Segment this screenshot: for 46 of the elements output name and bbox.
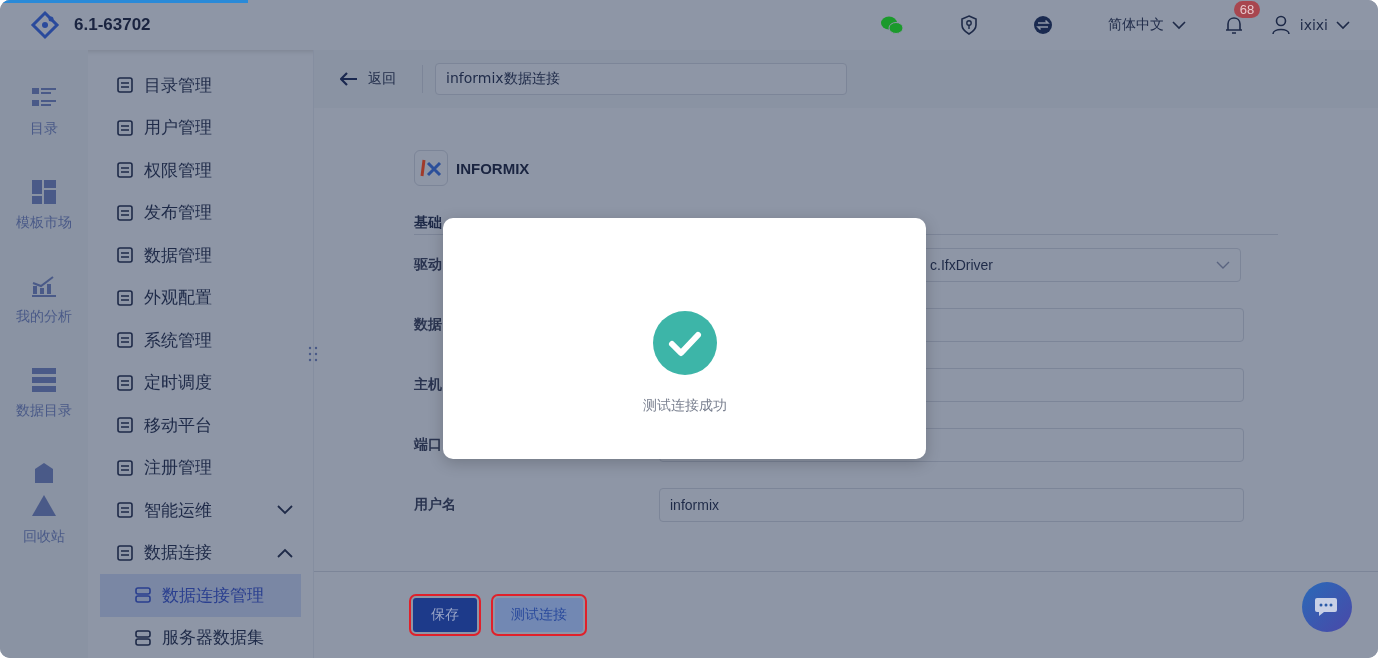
notification-badge: 68 [1233,1,1261,18]
version-label: 6.1-63702 [74,15,151,35]
field-label: 端口 [414,436,443,454]
menu-item[interactable]: 移动平台 [100,404,301,447]
menu-item[interactable]: 系统管理 [100,319,301,362]
database-name: INFORMIX [456,159,530,177]
menu-item[interactable]: 注册管理 [100,446,301,489]
chart-icon [31,274,57,298]
field-label: 驱动 [414,256,443,274]
database-logo-icon [414,150,448,186]
logo-icon [30,10,60,40]
chevron-down-icon [1171,20,1186,30]
menu-item[interactable]: 数据管理 [100,234,301,277]
arrow-left-icon [340,72,358,86]
dialog-message: 测试连接成功 [642,397,727,415]
list-icon [116,76,134,95]
menu-item[interactable]: 定时调度 [100,361,301,404]
menu-item[interactable]: 发布管理 [100,191,301,234]
submenu-item[interactable]: 服务器数据集 [100,616,301,658]
server-icon [134,587,152,604]
submenu-item[interactable]: 数据连接管理 [100,574,301,617]
swap-icon[interactable] [1033,16,1052,34]
menu-item[interactable]: 智能运维 [100,489,301,532]
menu-item[interactable]: 用户管理 [100,106,301,149]
chevron-down-icon [1336,20,1350,30]
menu-item[interactable]: 目录管理 [100,64,301,107]
grid-icon [31,180,57,204]
input-field[interactable]: informix [659,488,1244,522]
database-icon [31,368,57,392]
success-check-icon [652,311,717,375]
name-field[interactable]: informix数据连接 [435,63,847,95]
back-button[interactable]: 返回 [340,70,396,88]
server-icon [134,629,152,646]
bell-icon[interactable] [1223,15,1244,35]
triangle-icon [31,494,57,518]
chat-icon [1314,596,1340,618]
language-selector[interactable]: 简体中文 [1107,16,1186,34]
user-menu[interactable]: ixixi [1299,17,1350,33]
chevron-down-icon [1216,260,1230,270]
field-label: 用户名 [414,496,457,514]
drag-handle-icon[interactable] [308,346,318,362]
menu-item[interactable]: 外观配置 [100,276,301,319]
menu-item[interactable]: 权限管理 [100,149,301,192]
field-label: 数据 [414,316,443,334]
menu-item[interactable]: 数据连接 [100,531,301,574]
field-label: 主机 [414,376,443,394]
